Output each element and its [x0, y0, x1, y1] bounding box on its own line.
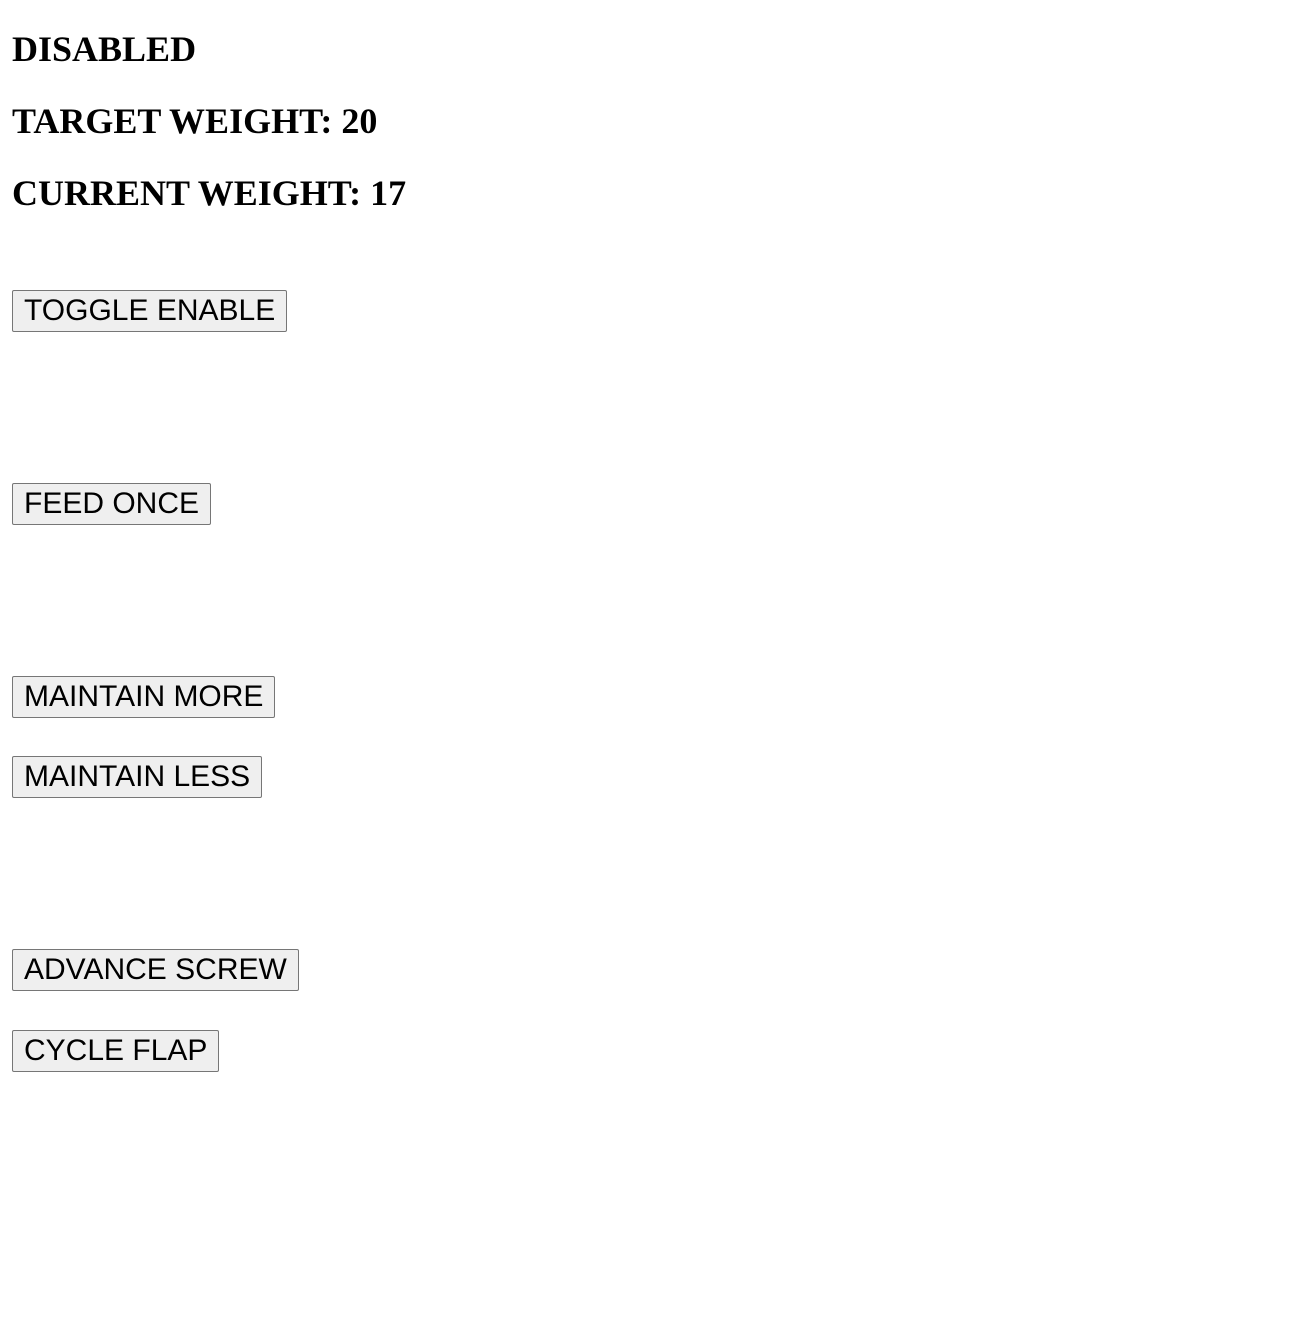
- maintain-less-button[interactable]: MAINTAIN LESS: [12, 756, 263, 798]
- target-weight-value: 20: [341, 101, 378, 141]
- toggle-enable-button[interactable]: TOGGLE ENABLE: [12, 290, 288, 332]
- current-weight-line: CURRENT WEIGHT: 17: [12, 173, 406, 213]
- target-weight-line: TARGET WEIGHT: 20: [12, 101, 377, 141]
- feed-once-button[interactable]: FEED ONCE: [12, 483, 212, 525]
- target-weight-label: TARGET WEIGHT:: [12, 101, 333, 141]
- current-weight-label: CURRENT WEIGHT:: [12, 173, 362, 213]
- status-title: DISABLED: [12, 29, 197, 69]
- advance-screw-button[interactable]: ADVANCE SCREW: [12, 949, 299, 991]
- maintain-more-button[interactable]: MAINTAIN MORE: [12, 676, 276, 718]
- current-weight-value: 17: [370, 173, 407, 213]
- cycle-flap-button[interactable]: CYCLE FLAP: [12, 1030, 220, 1072]
